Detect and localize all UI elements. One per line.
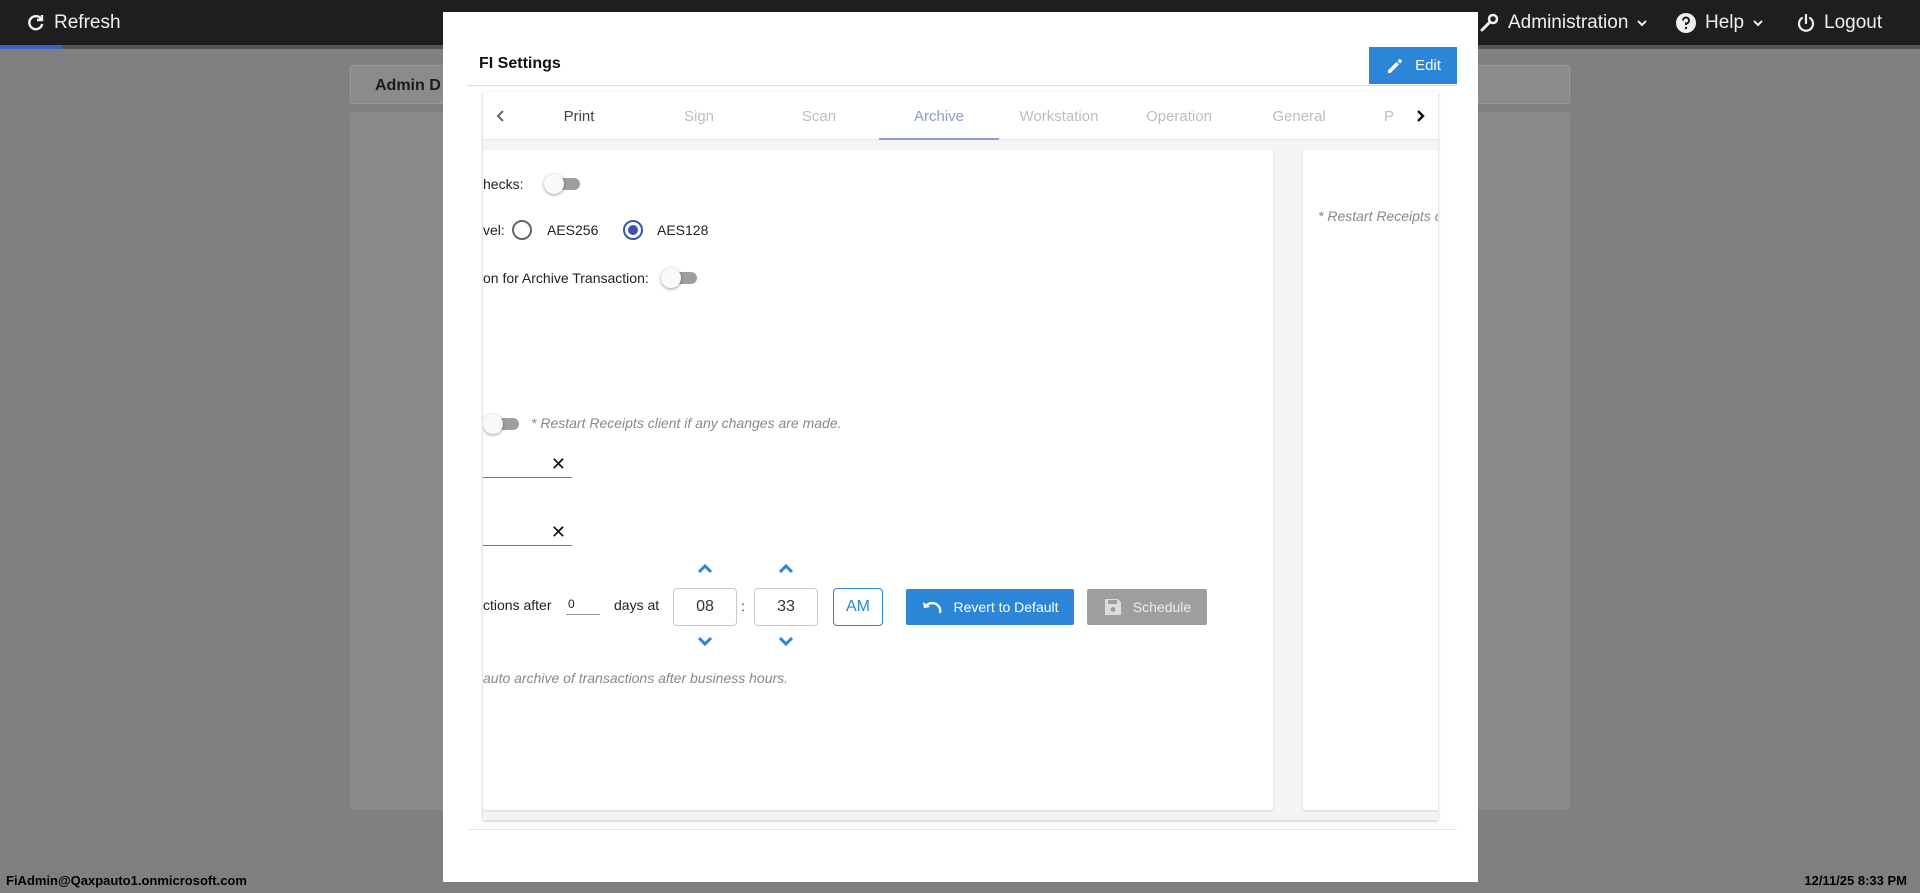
minute-input[interactable]: 33 xyxy=(754,588,818,626)
aes256-radio[interactable] xyxy=(512,220,532,240)
am-pm-toggle-button[interactable]: AM xyxy=(833,588,883,626)
restart-setting-toggle[interactable] xyxy=(483,414,519,434)
tab-label: Operation xyxy=(1146,107,1212,125)
tab-print[interactable]: Print xyxy=(519,92,639,140)
modal-header: FI Settings Edit xyxy=(467,34,1457,86)
undo-icon xyxy=(923,601,942,614)
chevron-right-icon xyxy=(1417,110,1425,122)
tab-scan[interactable]: Scan xyxy=(759,92,879,140)
schedule-button[interactable]: Schedule xyxy=(1087,589,1207,625)
days-input[interactable] xyxy=(566,593,600,615)
tab-workstation[interactable]: Workstation xyxy=(999,92,1119,140)
tab-sign[interactable]: Sign xyxy=(639,92,759,140)
tab-label: P xyxy=(1383,107,1394,125)
tab-label: Sign xyxy=(683,107,715,125)
checks-label: hecks: xyxy=(483,176,524,192)
encryption-level-label: vel: xyxy=(483,222,505,238)
tab-label: Workstation xyxy=(1019,107,1099,125)
hour-value: 08 xyxy=(696,598,714,615)
tab-scroll-right[interactable] xyxy=(1407,92,1433,140)
logout-button[interactable]: Logout xyxy=(1796,0,1882,45)
archive-transaction-label: on for Archive Transaction: xyxy=(483,270,649,286)
logout-label: Logout xyxy=(1824,11,1883,33)
restart-note: * Restart Receipts client if any changes… xyxy=(531,415,842,431)
tab-scroll-left[interactable] xyxy=(488,92,514,140)
tab-label: Archive xyxy=(913,107,965,125)
wrench-icon xyxy=(1480,13,1499,31)
side-info-pane: * Restart Receipts c xyxy=(1303,150,1438,810)
hour-down-button[interactable] xyxy=(695,634,715,648)
am-pm-value: AM xyxy=(846,598,870,615)
chevron-down-icon xyxy=(697,636,713,646)
revert-to-default-button[interactable]: Revert to Default xyxy=(906,589,1074,625)
fi-settings-modal: FI Settings Edit Print Sign Scan Archive… xyxy=(443,12,1478,882)
pencil-icon xyxy=(1388,58,1402,73)
transactions-after-label: ctions after xyxy=(483,597,552,613)
help-menu[interactable]: Help xyxy=(1675,0,1764,45)
save-icon xyxy=(1104,599,1121,615)
minute-down-button[interactable] xyxy=(776,634,796,648)
minute-value: 33 xyxy=(777,598,795,615)
modal-title: FI Settings xyxy=(479,55,561,72)
edit-label: Edit xyxy=(1415,57,1441,74)
checks-toggle[interactable] xyxy=(544,174,580,194)
administration-label: Administration xyxy=(1508,11,1629,33)
chevron-up-icon xyxy=(778,564,794,574)
refresh-icon xyxy=(28,14,44,30)
chevron-down-icon xyxy=(1637,19,1648,26)
clear-icon[interactable]: ✕ xyxy=(551,522,566,543)
tab-label: Scan xyxy=(801,107,837,125)
chevron-down-icon xyxy=(778,636,794,646)
chevron-left-icon xyxy=(496,110,504,122)
administration-menu[interactable]: Administration xyxy=(1478,0,1648,45)
aes128-radio[interactable] xyxy=(623,220,643,240)
settings-tabs: Print Sign Scan Archive Workstation Oper… xyxy=(483,92,1438,140)
chevron-down-icon xyxy=(1753,19,1763,26)
refresh-button[interactable]: Refresh xyxy=(26,0,121,45)
time-separator: : xyxy=(741,598,745,614)
aes256-label: AES256 xyxy=(547,222,599,238)
aes128-label: AES128 xyxy=(657,222,709,238)
hour-up-button[interactable] xyxy=(695,562,715,576)
tab-archive[interactable]: Archive xyxy=(879,92,999,140)
tab-label: General xyxy=(1272,107,1326,125)
background-page-title: Admin D xyxy=(375,77,441,94)
edit-button[interactable]: Edit xyxy=(1369,47,1457,84)
modal-footer-divider xyxy=(467,829,1457,830)
side-restart-note: * Restart Receipts c xyxy=(1318,208,1438,224)
settings-card: Print Sign Scan Archive Workstation Oper… xyxy=(483,92,1438,820)
archive-path-field-2[interactable]: ✕ xyxy=(483,520,572,546)
refresh-label: Refresh xyxy=(54,11,121,33)
help-icon xyxy=(1676,12,1696,33)
revert-label: Revert to Default xyxy=(953,599,1059,615)
help-label: Help xyxy=(1705,11,1745,33)
chevron-up-icon xyxy=(697,564,713,574)
tab-operation[interactable]: Operation xyxy=(1119,92,1239,140)
minute-up-button[interactable] xyxy=(776,562,796,576)
days-at-label: days at xyxy=(614,597,660,613)
schedule-label: Schedule xyxy=(1132,599,1192,615)
hour-input[interactable]: 08 xyxy=(673,588,737,626)
status-user: FiAdmin@Qaxpauto1.onmicrosoft.com xyxy=(6,873,247,888)
status-datetime: 12/11/25 8:33 PM xyxy=(1804,873,1907,888)
archive-settings-pane: hecks: vel: AES256 AES128 on for Archive… xyxy=(483,150,1273,810)
archive-path-field-1[interactable]: ✕ xyxy=(483,452,572,478)
power-icon xyxy=(1797,13,1815,32)
clear-icon[interactable]: ✕ xyxy=(551,454,566,475)
tab-general[interactable]: General xyxy=(1239,92,1359,140)
archive-transaction-toggle[interactable] xyxy=(661,268,697,288)
tab-label: Print xyxy=(563,107,595,125)
auto-archive-note: auto archive of transactions after busin… xyxy=(483,670,789,686)
